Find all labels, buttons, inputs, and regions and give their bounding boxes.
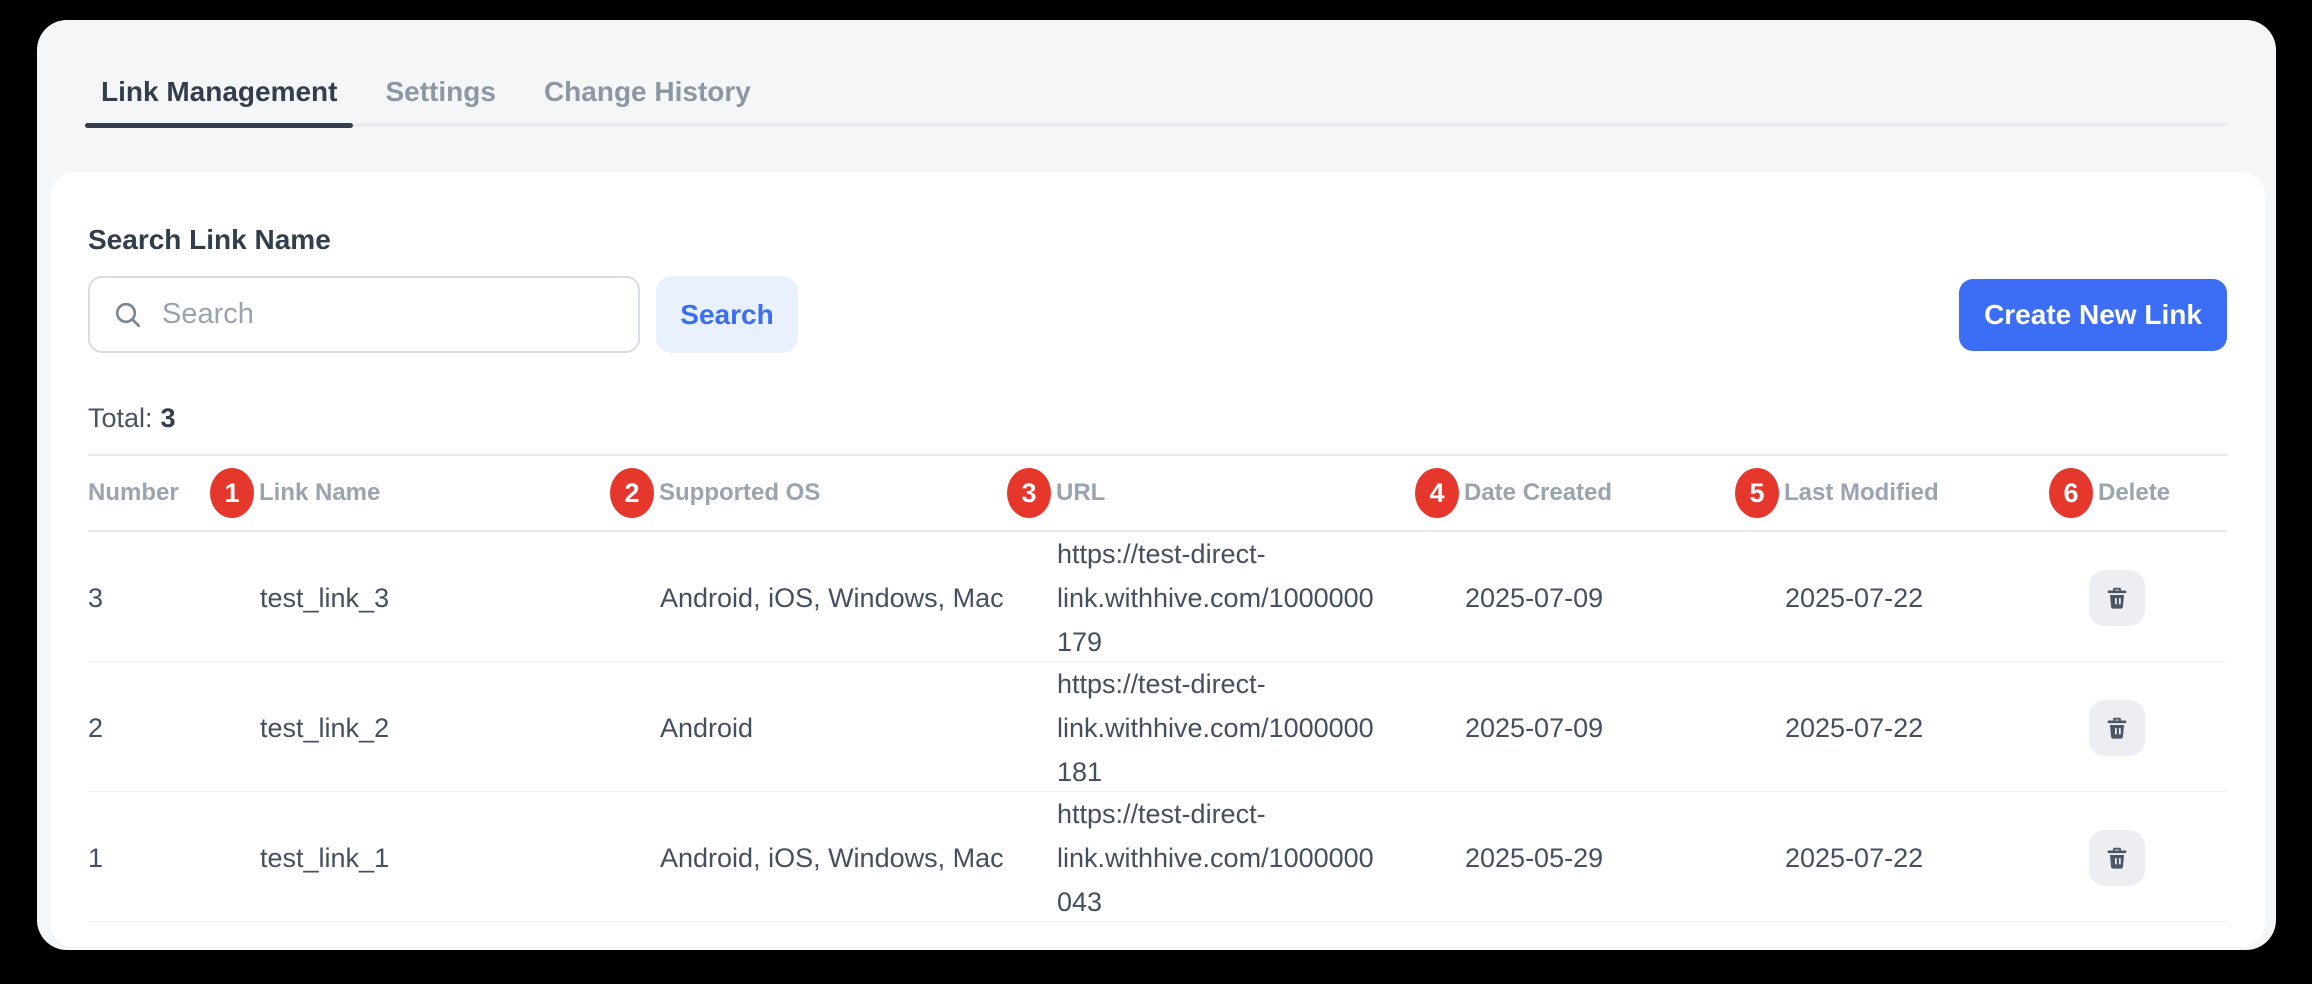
cell-url: https://test-direct-link.withhive.com/10… (1007, 532, 1415, 664)
column-header-label: Delete (2098, 479, 2170, 507)
annotation-badge-6: 6 (2049, 468, 2093, 518)
cell-link-name: test_link_3 (210, 576, 610, 620)
total-value: 3 (161, 403, 176, 433)
column-header-last-modified: 5 Last Modified (1735, 468, 2049, 518)
cell-last-modified: 2025-07-22 (1735, 836, 2049, 880)
column-header-label: Supported OS (659, 479, 820, 507)
cell-url: https://test-direct-link.withhive.com/10… (1007, 662, 1415, 794)
total-count: Total: 3 (88, 403, 2227, 434)
cell-number: 2 (88, 706, 210, 750)
cell-date-created: 2025-07-09 (1415, 706, 1735, 750)
tab-link-management[interactable]: Link Management (101, 75, 337, 109)
cell-last-modified: 2025-07-22 (1735, 576, 2049, 620)
column-header-label: URL (1056, 479, 1105, 507)
create-new-link-button[interactable]: Create New Link (1959, 279, 2227, 351)
column-header-label: Number (88, 479, 179, 507)
cell-supported-os: Android (610, 706, 1007, 750)
cell-delete (2049, 830, 2227, 886)
column-header-delete: 6 Delete (2049, 468, 2227, 518)
cell-url: https://test-direct-link.withhive.com/10… (1007, 792, 1415, 924)
app-card: Link Management Settings Change History … (37, 20, 2276, 950)
column-header-label: Link Name (259, 479, 380, 507)
delete-button[interactable] (2089, 830, 2145, 886)
cell-link-name: test_link_1 (210, 836, 610, 880)
delete-button[interactable] (2089, 570, 2145, 626)
cell-link-name: test_link_2 (210, 706, 610, 750)
cell-number: 1 (88, 836, 210, 880)
annotation-badge-5: 5 (1735, 468, 1779, 518)
annotation-badge-4: 4 (1415, 468, 1459, 518)
cell-supported-os: Android, iOS, Windows, Mac (610, 576, 1007, 620)
column-header-date-created: 4 Date Created (1415, 468, 1735, 518)
annotation-badge-3: 3 (1007, 468, 1051, 518)
total-label: Total: (88, 403, 153, 433)
annotation-badge-2: 2 (610, 468, 654, 518)
table-row: 1 test_link_1 Android, iOS, Windows, Mac… (88, 792, 2227, 922)
trash-icon (2103, 714, 2131, 742)
cell-date-created: 2025-05-29 (1415, 836, 1735, 880)
table-row: 2 test_link_2 Android https://test-direc… (88, 662, 2227, 792)
search-icon (112, 299, 144, 331)
column-header-supported-os: 2 Supported OS (610, 468, 1007, 518)
cell-delete (2049, 700, 2227, 756)
delete-button[interactable] (2089, 700, 2145, 756)
search-input[interactable] (162, 298, 616, 331)
tab-change-history[interactable]: Change History (544, 75, 751, 109)
table-row: 3 test_link_3 Android, iOS, Windows, Mac… (88, 532, 2227, 662)
cell-delete (2049, 570, 2227, 626)
links-table: Number 1 Link Name 2 Supported OS 3 URL … (88, 454, 2227, 922)
search-button[interactable]: Search (656, 276, 798, 353)
trash-icon (2103, 584, 2131, 612)
column-header-number: Number (88, 479, 210, 507)
search-row: Search Create New Link (88, 276, 2227, 353)
column-header-label: Last Modified (1784, 479, 1939, 507)
table-header-row: Number 1 Link Name 2 Supported OS 3 URL … (88, 454, 2227, 532)
content-panel: Search Link Name Search Create New Link … (50, 172, 2265, 947)
column-header-url: 3 URL (1007, 468, 1415, 518)
annotation-badge-1: 1 (210, 468, 254, 518)
cell-last-modified: 2025-07-22 (1735, 706, 2049, 750)
column-header-link-name: 1 Link Name (210, 468, 610, 518)
column-header-label: Date Created (1464, 479, 1612, 507)
cell-number: 3 (88, 576, 210, 620)
search-input-container (88, 276, 640, 353)
tab-bar: Link Management Settings Change History (37, 20, 2276, 109)
tab-settings[interactable]: Settings (385, 75, 495, 109)
cell-date-created: 2025-07-09 (1415, 576, 1735, 620)
cell-supported-os: Android, iOS, Windows, Mac (610, 836, 1007, 880)
search-label: Search Link Name (88, 172, 2227, 256)
trash-icon (2103, 844, 2131, 872)
